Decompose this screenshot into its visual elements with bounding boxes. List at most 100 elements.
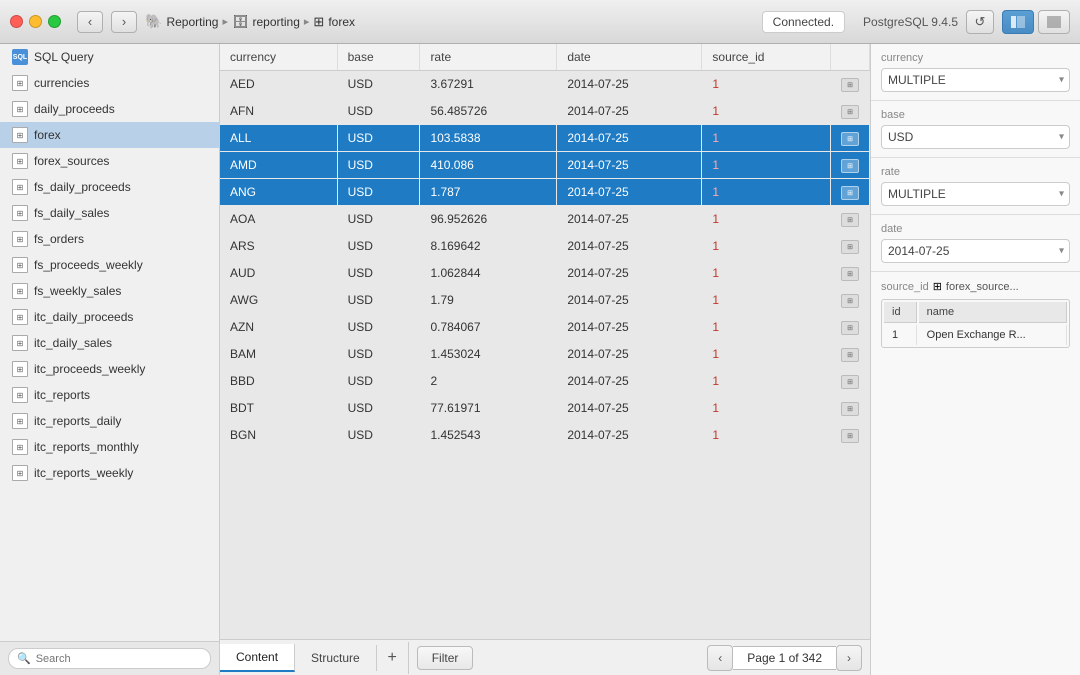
cell-action[interactable]: ⊞ xyxy=(831,206,870,233)
view-full-button[interactable] xyxy=(1038,10,1070,34)
sidebar-item-itc-reports[interactable]: ⊞ itc_reports xyxy=(0,382,219,408)
table-icon-fs-orders: ⊞ xyxy=(12,231,28,247)
cell-action[interactable]: ⊞ xyxy=(831,287,870,314)
cell-action[interactable]: ⊞ xyxy=(831,260,870,287)
row-action-icon[interactable]: ⊞ xyxy=(841,267,859,281)
cell-action[interactable]: ⊞ xyxy=(831,125,870,152)
add-row-button[interactable]: + xyxy=(377,642,409,674)
row-action-icon[interactable]: ⊞ xyxy=(841,321,859,335)
filter-select-wrapper-date[interactable]: 2014-07-25 xyxy=(881,239,1070,263)
cell-action[interactable]: ⊞ xyxy=(831,422,870,449)
next-page-button[interactable]: › xyxy=(836,645,862,671)
search-input[interactable] xyxy=(36,653,202,665)
sidebar-label-fs-daily-sales: fs_daily_sales xyxy=(34,206,109,220)
breadcrumb-table[interactable]: ⊞ forex xyxy=(313,14,355,30)
row-action-icon[interactable]: ⊞ xyxy=(841,159,859,173)
col-header-base[interactable]: base xyxy=(337,44,420,71)
filter-select-rate[interactable]: MULTIPLE xyxy=(881,182,1070,206)
filter-select-base[interactable]: USD xyxy=(881,125,1070,149)
filter-select-date[interactable]: 2014-07-25 xyxy=(881,239,1070,263)
sidebar-item-itc-reports-monthly[interactable]: ⊞ itc_reports_monthly xyxy=(0,434,219,460)
row-action-icon[interactable]: ⊞ xyxy=(841,186,859,200)
col-header-rate[interactable]: rate xyxy=(420,44,557,71)
filter-select-wrapper-currency[interactable]: MULTIPLE xyxy=(881,68,1070,92)
tab-content[interactable]: Content xyxy=(220,644,295,672)
table-row[interactable]: AMD USD 410.086 2014-07-25 1 ⊞ xyxy=(220,152,870,179)
row-action-icon[interactable]: ⊞ xyxy=(841,78,859,92)
sidebar-item-itc-daily-proceeds[interactable]: ⊞ itc_daily_proceeds xyxy=(0,304,219,330)
sidebar-item-fs-proceeds-weekly[interactable]: ⊞ fs_proceeds_weekly xyxy=(0,252,219,278)
row-action-icon[interactable]: ⊞ xyxy=(841,132,859,146)
sidebar-item-forex-sources[interactable]: ⊞ forex_sources xyxy=(0,148,219,174)
sidebar-item-forex[interactable]: ⊞ forex xyxy=(0,122,219,148)
table-row[interactable]: BDT USD 77.61971 2014-07-25 1 ⊞ xyxy=(220,395,870,422)
row-action-icon[interactable]: ⊞ xyxy=(841,375,859,389)
row-action-icon[interactable]: ⊞ xyxy=(841,402,859,416)
maximize-button[interactable] xyxy=(48,15,61,28)
sidebar-item-fs-daily-sales[interactable]: ⊞ fs_daily_sales xyxy=(0,200,219,226)
table-row[interactable]: BGN USD 1.452543 2014-07-25 1 ⊞ xyxy=(220,422,870,449)
table-icon-currencies: ⊞ xyxy=(12,75,28,91)
row-action-icon[interactable]: ⊞ xyxy=(841,429,859,443)
refresh-button[interactable]: ↺ xyxy=(966,10,994,34)
cell-action[interactable]: ⊞ xyxy=(831,368,870,395)
sidebar-item-fs-orders[interactable]: ⊞ fs_orders xyxy=(0,226,219,252)
cell-action[interactable]: ⊞ xyxy=(831,179,870,206)
forward-button[interactable]: › xyxy=(111,11,137,33)
prev-page-button[interactable]: ‹ xyxy=(707,645,733,671)
filter-select-wrapper-rate[interactable]: MULTIPLE xyxy=(881,182,1070,206)
row-action-icon[interactable]: ⊞ xyxy=(841,213,859,227)
table-row[interactable]: BAM USD 1.453024 2014-07-25 1 ⊞ xyxy=(220,341,870,368)
sidebar-item-itc-proceeds-weekly[interactable]: ⊞ itc_proceeds_weekly xyxy=(0,356,219,382)
table-row[interactable]: ALL USD 103.5838 2014-07-25 1 ⊞ xyxy=(220,125,870,152)
cell-base: USD xyxy=(337,98,420,125)
table-row[interactable]: AED USD 3.67291 2014-07-25 1 ⊞ xyxy=(220,71,870,98)
table-row[interactable]: ANG USD 1.787 2014-07-25 1 ⊞ xyxy=(220,179,870,206)
sidebar-item-fs-weekly-sales[interactable]: ⊞ fs_weekly_sales xyxy=(0,278,219,304)
sidebar-item-itc-reports-weekly[interactable]: ⊞ itc_reports_weekly xyxy=(0,460,219,486)
sidebar-item-daily-proceeds[interactable]: ⊞ daily_proceeds xyxy=(0,96,219,122)
table-row[interactable]: AFN USD 56.485726 2014-07-25 1 ⊞ xyxy=(220,98,870,125)
filter-select-currency[interactable]: MULTIPLE xyxy=(881,68,1070,92)
col-header-source-id[interactable]: source_id xyxy=(702,44,831,71)
data-table-container[interactable]: currency base rate date source_id AED US… xyxy=(220,44,870,639)
cell-base: USD xyxy=(337,395,420,422)
cell-action[interactable]: ⊞ xyxy=(831,152,870,179)
sidebar-item-itc-reports-daily[interactable]: ⊞ itc_reports_daily xyxy=(0,408,219,434)
col-header-date[interactable]: date xyxy=(557,44,702,71)
sidebar-item-currencies[interactable]: ⊞ currencies xyxy=(0,70,219,96)
sidebar-item-fs-daily-proceeds[interactable]: ⊞ fs_daily_proceeds xyxy=(0,174,219,200)
cell-action[interactable]: ⊞ xyxy=(831,98,870,125)
table-row[interactable]: AOA USD 96.952626 2014-07-25 1 ⊞ xyxy=(220,206,870,233)
cell-action[interactable]: ⊞ xyxy=(831,233,870,260)
table-row[interactable]: ARS USD 8.169642 2014-07-25 1 ⊞ xyxy=(220,233,870,260)
row-action-icon[interactable]: ⊞ xyxy=(841,348,859,362)
row-action-icon[interactable]: ⊞ xyxy=(841,105,859,119)
minimize-button[interactable] xyxy=(29,15,42,28)
close-button[interactable] xyxy=(10,15,23,28)
sidebar-item-itc-daily-sales[interactable]: ⊞ itc_daily_sales xyxy=(0,330,219,356)
filter-button[interactable]: Filter xyxy=(417,646,474,670)
search-input-wrapper[interactable]: 🔍 xyxy=(8,648,211,669)
view-sidebar-button[interactable] xyxy=(1002,10,1034,34)
back-button[interactable]: ‹ xyxy=(77,11,103,33)
breadcrumb-database[interactable]: 🗄 reporting xyxy=(232,14,300,30)
cell-action[interactable]: ⊞ xyxy=(831,341,870,368)
col-header-currency[interactable]: currency xyxy=(220,44,337,71)
row-action-icon[interactable]: ⊞ xyxy=(841,240,859,254)
cell-action[interactable]: ⊞ xyxy=(831,71,870,98)
tab-structure[interactable]: Structure xyxy=(295,645,377,671)
table-row[interactable]: BBD USD 2 2014-07-25 1 ⊞ xyxy=(220,368,870,395)
filter-select-wrapper-base[interactable]: USD xyxy=(881,125,1070,149)
table-row[interactable]: AZN USD 0.784067 2014-07-25 1 ⊞ xyxy=(220,314,870,341)
cell-action[interactable]: ⊞ xyxy=(831,314,870,341)
sidebar-item-sql-query[interactable]: SQL SQL Query xyxy=(0,44,219,70)
table-row[interactable]: AWG USD 1.79 2014-07-25 1 ⊞ xyxy=(220,287,870,314)
table-row[interactable]: AUD USD 1.062844 2014-07-25 1 ⊞ xyxy=(220,260,870,287)
fk-table-name: forex_source... xyxy=(946,281,1019,293)
table-icon-itc-reports: ⊞ xyxy=(12,387,28,403)
cell-action[interactable]: ⊞ xyxy=(831,395,870,422)
breadcrumb-reporting[interactable]: 🐘 Reporting xyxy=(145,13,218,30)
row-action-icon[interactable]: ⊞ xyxy=(841,294,859,308)
sidebar-label-itc-daily-proceeds: itc_daily_proceeds xyxy=(34,310,133,324)
